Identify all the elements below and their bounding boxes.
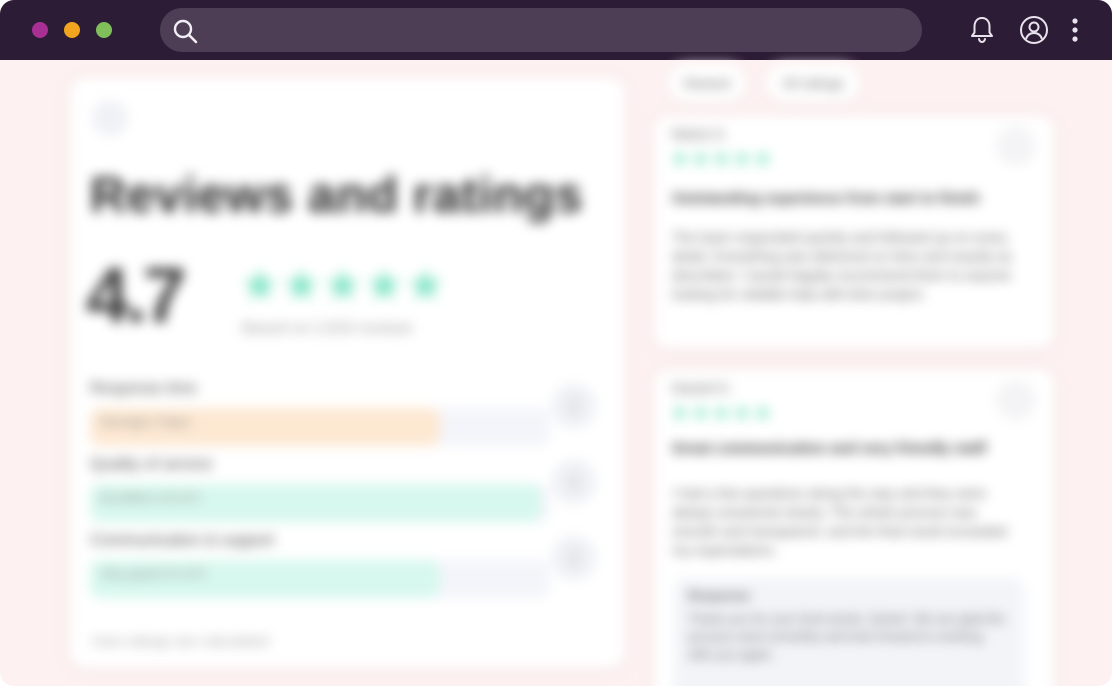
review-title: Outstanding experience from start to fin… (672, 190, 980, 207)
info-button[interactable]: i (552, 384, 596, 428)
bell-icon[interactable] (966, 14, 998, 46)
metric-label: Quality of service (90, 456, 213, 473)
rating-overview-panel: Reviews and ratings 4.7 ★★★★★ Based on 2… (70, 78, 625, 668)
sort-filter-chip[interactable]: Newest (668, 64, 746, 102)
reviewer-name: Maria S. (672, 126, 728, 143)
metric-bar: Average 2 days (90, 408, 550, 446)
app-window: Reviews and ratings 4.7 ★★★★★ Based on 2… (0, 0, 1112, 686)
metric-value: Excellent 4.8 of 5 (100, 490, 200, 505)
metric-bar: Excellent 4.8 of 5 (90, 484, 550, 522)
owner-reply: Response Thank you for your kind words, … (674, 578, 1024, 686)
metric-bar: Very good 4.5 of 5 (90, 560, 550, 598)
close-window-button[interactable] (32, 22, 48, 38)
reply-label: Response (688, 588, 751, 603)
metric-row: Quality of service Excellent 4.8 of 5 i (90, 456, 610, 526)
rating-stars: ★★★★★ (240, 261, 448, 310)
metric-label: Communication & support (90, 532, 275, 549)
metric-row: Response time Average 2 days i (90, 380, 610, 450)
title-bar (0, 0, 1112, 60)
review-card: Maria S. ★★★★★ Outstanding experience fr… (654, 116, 1054, 348)
search-input[interactable] (208, 8, 912, 54)
search-icon (173, 19, 198, 44)
metric-row: Communication & support Very good 4.5 of… (90, 532, 610, 602)
page-content: Reviews and ratings 4.7 ★★★★★ Based on 2… (0, 60, 1112, 686)
ratings-info-link[interactable]: How ratings are calculated (92, 633, 269, 650)
page-title: Reviews and ratings (90, 167, 583, 223)
account-icon[interactable] (1018, 14, 1050, 46)
reply-text: Thank you for your kind words, Daniel. W… (688, 611, 1005, 662)
review-title: Great communication and very friendly st… (672, 440, 987, 457)
reviewer-name: Daniel K. (672, 380, 733, 397)
review-menu-button[interactable] (996, 380, 1036, 420)
review-stars: ★★★★★ (670, 400, 774, 425)
more-vertical-icon[interactable] (1060, 14, 1090, 46)
review-menu-button[interactable] (996, 126, 1036, 166)
review-body: I had a few questions along the way and … (672, 485, 1007, 558)
info-button[interactable]: i (552, 460, 596, 504)
minimize-window-button[interactable] (64, 22, 80, 38)
review-card: Daniel K. ★★★★★ Great communication and … (654, 370, 1054, 686)
metric-value: Very good 4.5 of 5 (100, 566, 206, 581)
rating-filter-chip[interactable]: All ratings (766, 64, 860, 102)
search-bar[interactable] (160, 8, 922, 54)
review-body: The team responded quickly and followed … (672, 229, 1013, 302)
metric-label: Response time (90, 380, 197, 397)
metric-value: Average 2 days (100, 414, 191, 429)
review-count: Based on 2,816 reviews (242, 320, 413, 337)
maximize-window-button[interactable] (96, 22, 112, 38)
review-stars: ★★★★★ (670, 146, 774, 171)
info-button[interactable]: i (552, 536, 596, 580)
overall-score: 4.7 (86, 251, 186, 339)
back-button[interactable] (92, 100, 128, 136)
